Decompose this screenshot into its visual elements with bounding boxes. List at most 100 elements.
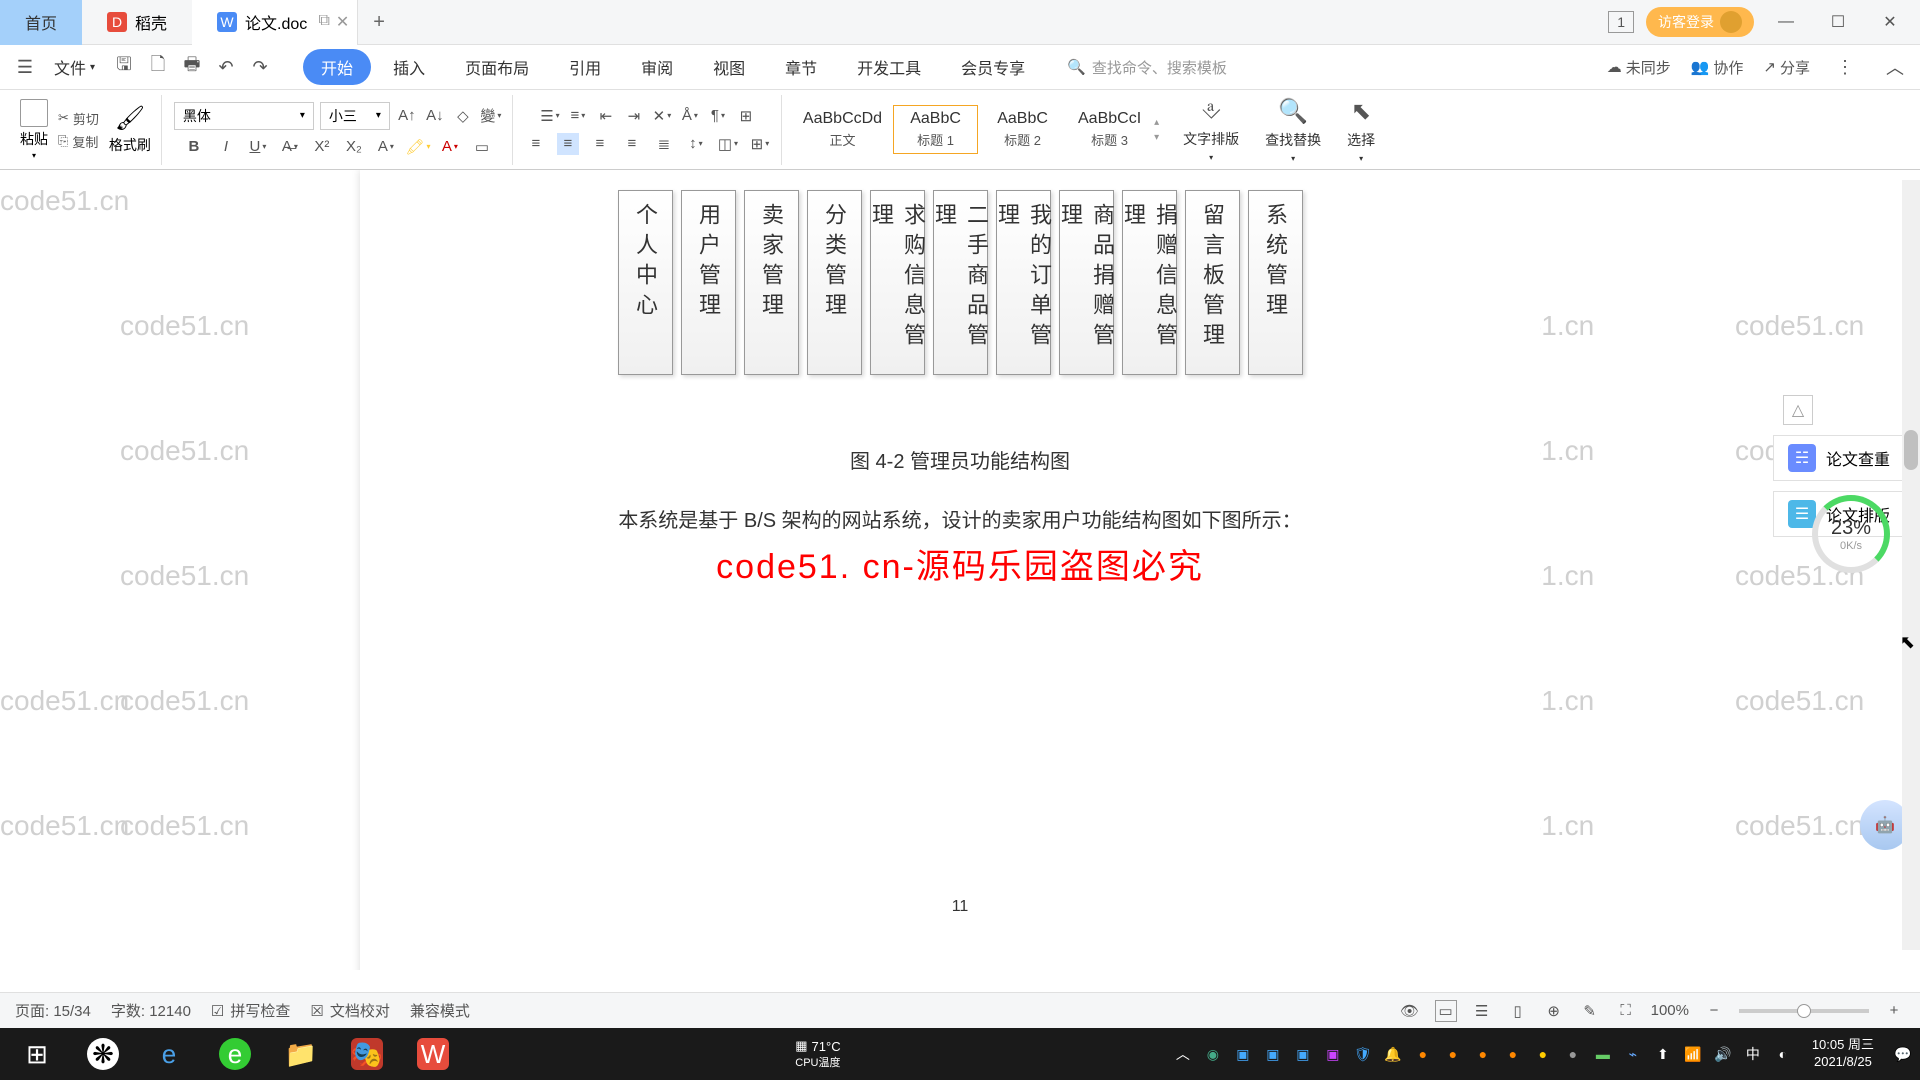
align-right-button[interactable]: ≡ [589,133,611,155]
menu-reference[interactable]: 引用 [551,49,619,85]
task-cpu-temp[interactable]: ▦71°C CPU温度 [468,1038,1168,1070]
zoom-level[interactable]: 100% [1651,1002,1689,1019]
char-border-button[interactable]: ▭ [471,136,493,158]
clear-format-icon[interactable]: ◇ [452,105,474,127]
show-marks-button[interactable]: ⊞ [735,105,757,127]
share-button[interactable]: ↗分享 [1763,57,1810,78]
bullets-button[interactable]: ☰ [539,105,561,127]
underline-button[interactable]: U [247,136,269,158]
style-heading1[interactable]: AaBbC标题 1 [893,105,978,154]
cut-button[interactable]: ✂剪切 [58,109,99,128]
more-icon[interactable]: ⋮ [1830,52,1860,82]
progress-indicator[interactable]: 23% 0K/s [1812,495,1890,573]
highlight-button[interactable]: 🖍 [407,136,429,158]
tray-icon[interactable]: ● [1502,1043,1524,1065]
zoom-in-button[interactable]: + [1883,1000,1905,1022]
borders-button[interactable]: ⊞ [749,133,771,155]
tab-home[interactable]: 首页 [0,0,82,45]
task-app-1[interactable]: ❋ [72,1028,134,1080]
style-heading3[interactable]: AaBbCcI标题 3 [1067,105,1152,154]
notifications-icon[interactable]: 💬 [1892,1043,1914,1065]
menu-review[interactable]: 审阅 [623,49,691,85]
spell-check-toggle[interactable]: ☑拼写检查 [211,1000,290,1021]
format-painter-button[interactable]: 🖌 格式刷 [109,104,151,155]
tab-daoke[interactable]: D 稻壳 [82,0,192,45]
superscript-button[interactable]: X² [311,136,333,158]
shading-button[interactable]: ◫ [717,133,739,155]
increase-font-icon[interactable]: A↑ [396,105,418,127]
font-family-select[interactable]: 黑体▾ [174,102,314,130]
align-left-button[interactable]: ≡ [525,133,547,155]
tray-icon[interactable]: ● [1442,1043,1464,1065]
zoom-out-button[interactable]: − [1703,1000,1725,1022]
view-read-icon[interactable]: ▯ [1507,1000,1529,1022]
italic-button[interactable]: I [215,136,237,158]
document-page[interactable]: 个人中心 用户管理 卖家管理 分类管理 求购信息管理 二手商品管理 我的订单管理… [380,170,1540,970]
menu-start[interactable]: 开始 [303,49,371,85]
save-icon[interactable]: 🖫 [109,52,139,82]
tray-icon[interactable]: 🔔 [1382,1043,1404,1065]
view-web-icon[interactable]: ⊕ [1543,1000,1565,1022]
select-button[interactable]: ⬉选择▾ [1335,97,1387,163]
tab-popout-icon[interactable]: ⧉ [318,12,329,32]
align-justify-button[interactable]: ≡ [621,133,643,155]
style-heading2[interactable]: AaBbC标题 2 [980,105,1065,154]
subscript-button[interactable]: X₂ [343,136,365,158]
sort-button[interactable]: Å [679,105,701,127]
file-menu[interactable]: 文件▾ [44,55,105,79]
increase-indent-button[interactable]: ⇥ [623,105,645,127]
task-ie[interactable]: e [138,1028,200,1080]
new-tab-button[interactable]: + [358,0,400,45]
task-app-2[interactable]: 🎭 [336,1028,398,1080]
start-button[interactable]: ⊞ [6,1028,68,1080]
font-color-button[interactable]: A [439,136,461,158]
redo-icon[interactable]: ↷ [245,52,275,82]
vertical-scrollbar[interactable] [1902,180,1920,950]
taskbar-clock[interactable]: 10:05 周三 2021/8/25 [1802,1037,1884,1071]
bluetooth-icon[interactable]: ⌁ [1622,1043,1644,1065]
zoom-slider[interactable] [1739,1009,1869,1013]
line-spacing-button[interactable]: ↕ [685,133,707,155]
find-replace-button[interactable]: 🔍查找替换▾ [1253,97,1333,163]
plagiarism-check-button[interactable]: ☵ 论文查重 [1773,435,1905,481]
task-wps[interactable]: W [402,1028,464,1080]
styles-expand[interactable]: ▴▾ [1154,117,1159,143]
tray-icon[interactable]: ● [1472,1043,1494,1065]
tray-icon[interactable]: ◉ [1202,1043,1224,1065]
login-button[interactable]: 访客登录 [1646,7,1754,37]
collab-button[interactable]: 👥协作 [1691,57,1744,78]
tray-icon[interactable]: ︿ [1172,1043,1194,1065]
tray-icon[interactable]: ▣ [1262,1043,1284,1065]
tray-icon[interactable]: ▣ [1292,1043,1314,1065]
panel-toggle-button[interactable]: △ [1783,395,1813,425]
task-explorer[interactable]: 📁 [270,1028,332,1080]
doc-proofing[interactable]: ☒文档校对 [310,1000,389,1021]
eye-icon[interactable]: 👁 [1399,1000,1421,1022]
marks-button[interactable]: ¶ [707,105,729,127]
text-effects-button[interactable]: A [375,136,397,158]
copy-button[interactable]: ⎘复制 [58,132,99,151]
minimize-button[interactable]: — [1766,2,1806,42]
tray-icon[interactable]: ⬆ [1652,1043,1674,1065]
tray-icon[interactable]: ▣ [1322,1043,1344,1065]
tab-document[interactable]: W 论文.doc ⧉ ✕ [192,0,358,45]
bold-button[interactable]: B [183,136,205,158]
ime-icon[interactable]: 中 [1742,1043,1764,1065]
decrease-font-icon[interactable]: A↓ [424,105,446,127]
scrollbar-thumb[interactable] [1904,430,1918,470]
fit-icon[interactable]: ⛶ [1615,1000,1637,1022]
distribute-button[interactable]: ≣ [653,133,675,155]
tray-icon[interactable]: 🛡 [1352,1043,1374,1065]
collapse-ribbon-icon[interactable]: ︿ [1880,52,1910,82]
sync-status[interactable]: ☁未同步 [1607,57,1671,78]
view-page-icon[interactable]: ▭ [1435,1000,1457,1022]
tray-icon[interactable]: ● [1412,1043,1434,1065]
window-badge[interactable]: 1 [1608,11,1634,33]
paste-button[interactable]: 粘贴▾ [20,99,48,160]
font-size-select[interactable]: 小三▾ [320,102,390,130]
volume-icon[interactable]: 🔊 [1712,1043,1734,1065]
decrease-indent-button[interactable]: ⇤ [595,105,617,127]
tray-icon[interactable]: ◐ [1772,1043,1794,1065]
word-count[interactable]: 字数: 12140 [111,1000,191,1021]
menu-view[interactable]: 视图 [695,49,763,85]
